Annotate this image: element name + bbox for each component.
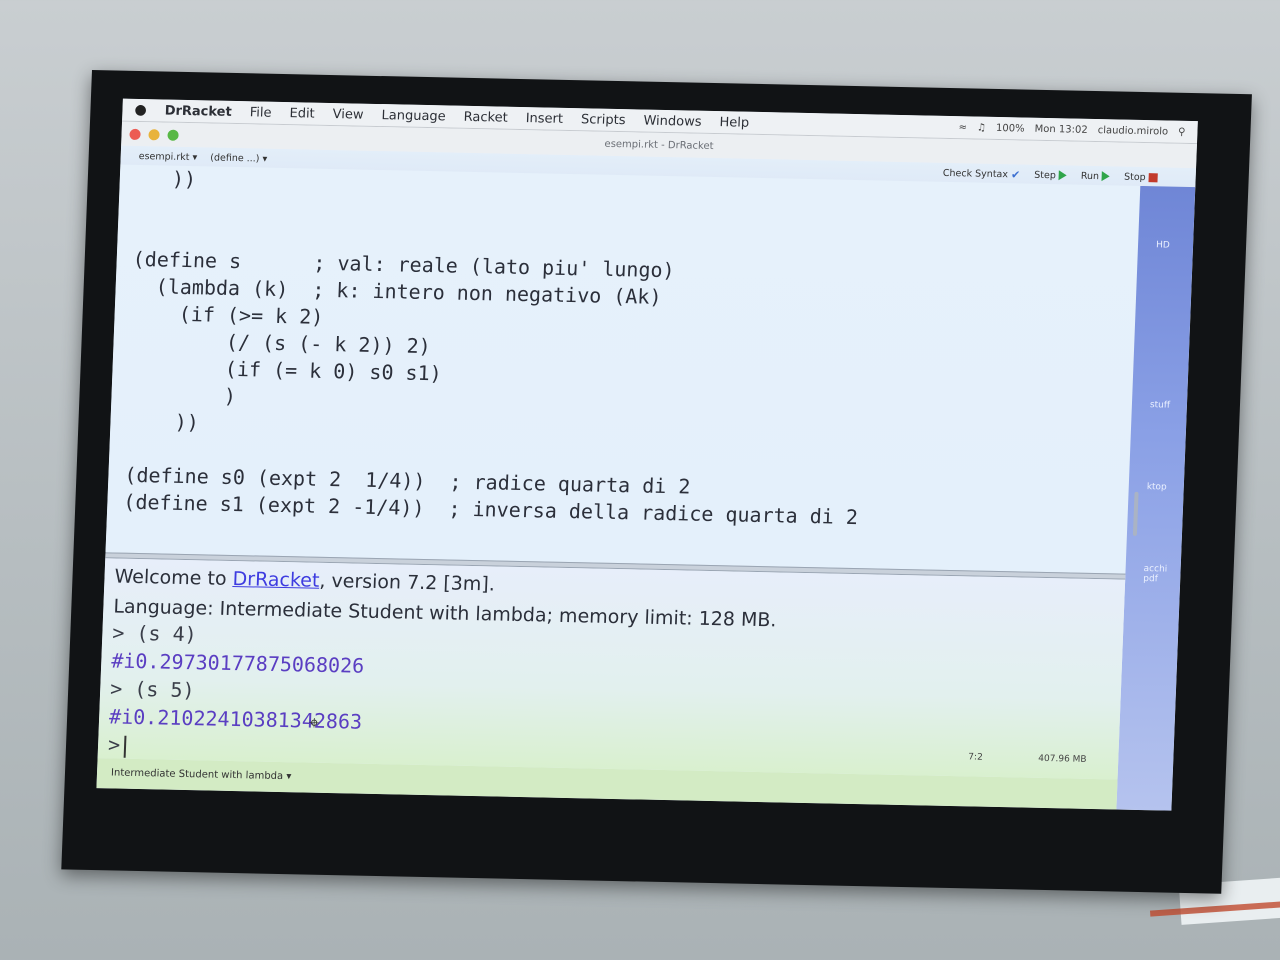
desktop-label-hd[interactable]: HD bbox=[1156, 240, 1170, 250]
menu-file[interactable]: File bbox=[249, 105, 271, 120]
memory-usage[interactable]: 407.96 MB bbox=[1038, 754, 1087, 765]
menu-scripts[interactable]: Scripts bbox=[581, 112, 626, 128]
menu-racket[interactable]: Racket bbox=[463, 109, 508, 125]
menu-insert[interactable]: Insert bbox=[525, 111, 563, 127]
step-icon bbox=[1058, 170, 1068, 181]
menu-windows[interactable]: Windows bbox=[643, 113, 702, 129]
cursor-position: 7:2 bbox=[968, 752, 983, 763]
menu-language[interactable]: Language bbox=[381, 108, 446, 124]
wifi-icon[interactable]: ≈ bbox=[958, 122, 967, 133]
stop-icon bbox=[1148, 172, 1158, 182]
repl-prompt: > bbox=[107, 732, 121, 757]
user-name[interactable]: claudio.mirolo bbox=[1097, 125, 1168, 137]
welcome-suffix: , version 7.2 [3m]. bbox=[318, 569, 496, 596]
run-button[interactable]: Run bbox=[1081, 169, 1111, 183]
menubar-spacer bbox=[767, 123, 940, 127]
ibeam-cursor-icon: ⌖ bbox=[308, 712, 320, 734]
define-dropdown[interactable]: (define ...) ▾ bbox=[210, 152, 267, 164]
desktop-label-file[interactable]: acchi pdf bbox=[1143, 564, 1167, 584]
desktop-label-stuff[interactable]: stuff bbox=[1150, 400, 1171, 410]
battery-percent[interactable]: 100% bbox=[996, 122, 1025, 134]
interactions-pane[interactable]: Welcome to DrRacket, version 7.2 [3m]. L… bbox=[97, 558, 1126, 780]
check-syntax-button[interactable]: Check Syntax ✔ bbox=[943, 166, 1021, 181]
language-dropdown[interactable]: Intermediate Student with lambda ▾ bbox=[111, 767, 292, 782]
toolbar-left: esempi.rkt ▾ (define ...) ▾ bbox=[129, 150, 268, 164]
menubar-status: ≈ ♫ 100% Mon 13:02 claudio.mirolo ⚲ bbox=[958, 122, 1185, 138]
desktop-label-desktop[interactable]: ktop bbox=[1147, 482, 1167, 492]
apple-icon[interactable]: ● bbox=[134, 102, 147, 118]
file-dropdown[interactable]: esempi.rkt ▾ bbox=[139, 150, 198, 162]
check-syntax-label: Check Syntax bbox=[942, 167, 1009, 180]
clock[interactable]: Mon 13:02 bbox=[1034, 123, 1088, 135]
definitions-editor[interactable]: )) (define s ; val: reale (lato piu' lun… bbox=[105, 164, 1141, 574]
magnifier-check-icon: ✔ bbox=[1010, 167, 1021, 181]
menu-app-name[interactable]: DrRacket bbox=[164, 103, 232, 119]
stop-button[interactable]: Stop bbox=[1124, 170, 1158, 184]
run-label: Run bbox=[1080, 170, 1100, 182]
text-cursor bbox=[123, 735, 127, 758]
menu-view[interactable]: View bbox=[332, 107, 363, 123]
drracket-link[interactable]: DrRacket bbox=[232, 568, 320, 592]
search-icon[interactable]: ⚲ bbox=[1178, 126, 1186, 137]
welcome-prefix: Welcome to bbox=[114, 565, 234, 590]
display-bezel: ● DrRacket File Edit View Language Racke… bbox=[61, 70, 1252, 894]
volume-icon[interactable]: ♫ bbox=[977, 122, 986, 133]
editor-scrollbar[interactable] bbox=[1132, 491, 1139, 536]
stop-label: Stop bbox=[1123, 171, 1146, 183]
screen: ● DrRacket File Edit View Language Racke… bbox=[96, 98, 1198, 811]
menu-edit[interactable]: Edit bbox=[289, 106, 315, 122]
step-label: Step bbox=[1033, 169, 1057, 181]
menu-help[interactable]: Help bbox=[719, 115, 749, 131]
toolbar-right: Check Syntax ✔ Step Run Stop bbox=[943, 166, 1158, 183]
step-button[interactable]: Step bbox=[1033, 168, 1068, 182]
run-icon bbox=[1101, 171, 1111, 182]
